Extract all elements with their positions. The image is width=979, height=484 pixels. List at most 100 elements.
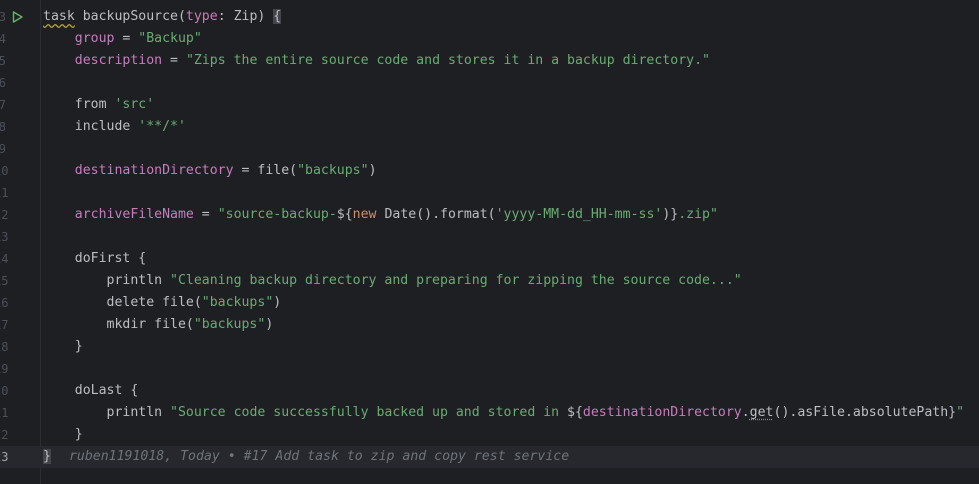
line-number: 3 xyxy=(0,10,6,24)
code-line[interactable]: 18 } xyxy=(0,336,979,358)
code-line[interactable]: 23} ruben1191018, Today • #17 Add task to… xyxy=(0,446,979,468)
code-line[interactable]: 12 archiveFileName = "source-backup-${ne… xyxy=(0,204,979,226)
code-token: . xyxy=(741,405,750,420)
code-text: task backupSource(type: Zip) { xyxy=(43,6,282,28)
code-token: "Source code successfully backed up and … xyxy=(170,405,568,420)
code-token: "backups" xyxy=(193,317,266,332)
code-token: } xyxy=(43,427,83,442)
code-token: : Zip) xyxy=(217,9,274,24)
line-number: 15 xyxy=(0,274,9,288)
line-number: 11 xyxy=(0,186,9,200)
code-token: " xyxy=(956,405,965,420)
code-token: "Zips the entire source code and stores … xyxy=(185,53,710,68)
code-token: "source-backup- xyxy=(217,207,337,222)
code-token: doFirst { xyxy=(43,251,147,266)
code-token: = xyxy=(162,53,186,68)
code-token: include xyxy=(43,119,139,134)
code-text: doFirst { xyxy=(43,248,146,270)
code-line[interactable]: 13 xyxy=(0,226,979,248)
code-text: mkdir file("backups") xyxy=(43,314,274,336)
code-line[interactable]: 21 println "Source code successfully bac… xyxy=(0,402,979,424)
code-token: = xyxy=(114,31,139,46)
code-token: 'src' xyxy=(114,97,155,112)
code-text: } ruben1191018, Today • #17 Add task to z… xyxy=(43,446,569,468)
code-text: } xyxy=(43,424,83,446)
code-text: } xyxy=(43,336,83,358)
line-number: 8 xyxy=(0,120,6,134)
line-number: 6 xyxy=(0,76,6,90)
code-token: archiveFileName xyxy=(74,207,194,222)
code-token: )} xyxy=(662,207,679,222)
line-number: 20 xyxy=(0,384,9,398)
code-text: include '**/*' xyxy=(43,116,186,138)
line-number: 9 xyxy=(0,142,6,156)
code-text: description = "Zips the entire source co… xyxy=(43,50,710,72)
line-number: 7 xyxy=(0,98,6,112)
code-line[interactable]: 4 group = "Backup" xyxy=(0,28,979,50)
code-token: destinationDirectory xyxy=(74,163,234,178)
line-number: 19 xyxy=(0,362,9,376)
code-token: ${ xyxy=(567,405,583,420)
code-token: } xyxy=(43,449,51,464)
code-line[interactable]: 7 from 'src' xyxy=(0,94,979,116)
code-token: ().asFile.absolutePath} xyxy=(773,405,957,420)
code-token: new xyxy=(352,207,377,222)
code-token: .zip" xyxy=(678,207,718,222)
code-line[interactable]: 19 xyxy=(0,358,979,380)
line-number: 21 xyxy=(0,406,9,420)
code-line[interactable]: 22 } xyxy=(0,424,979,446)
code-token: "backups" xyxy=(201,295,274,310)
code-token: "Backup" xyxy=(138,31,202,46)
code-line[interactable]: 14 doFirst { xyxy=(0,248,979,270)
line-number: 17 xyxy=(0,318,9,332)
code-token: group xyxy=(74,31,115,46)
code-line[interactable]: 17 mkdir file("backups") xyxy=(0,314,979,336)
code-token: = xyxy=(193,207,218,222)
code-token: type xyxy=(185,9,218,24)
code-line[interactable]: 10 destinationDirectory = file("backups"… xyxy=(0,160,979,182)
code-text: from 'src' xyxy=(43,94,154,116)
code-token: "backups" xyxy=(297,163,369,178)
code-line[interactable]: 15 println "Cleaning backup directory an… xyxy=(0,270,979,292)
code-token: get xyxy=(749,405,774,420)
line-number: 23 xyxy=(0,450,9,464)
code-token: from xyxy=(43,97,115,112)
code-token: delete file( xyxy=(43,295,202,310)
code-token: println xyxy=(43,273,171,288)
code-line[interactable]: 3 task backupSource(type: Zip) { xyxy=(0,6,979,28)
code-line[interactable]: 11 xyxy=(0,182,979,204)
code-token: ) xyxy=(368,163,377,178)
code-line[interactable]: 5 description = "Zips the entire source … xyxy=(0,50,979,72)
code-token: { xyxy=(273,9,282,24)
line-number: 22 xyxy=(0,428,9,442)
line-number: 4 xyxy=(0,32,6,46)
code-line[interactable]: 16 delete file("backups") xyxy=(0,292,979,314)
code-text: doLast { xyxy=(43,380,139,402)
git-blame-annotation: ruben1191018, Today • #17 Add task to zi… xyxy=(68,449,570,464)
code-token: = file( xyxy=(233,163,298,178)
line-number: 16 xyxy=(0,296,9,310)
code-token: doLast { xyxy=(43,383,139,398)
line-number: 5 xyxy=(0,54,6,68)
code-line[interactable]: 20 doLast { xyxy=(0,380,979,402)
run-gutter-icon[interactable] xyxy=(10,6,24,28)
code-text: println "Cleaning backup directory and p… xyxy=(43,270,742,292)
line-number: 13 xyxy=(0,230,9,244)
code-line[interactable]: 6 xyxy=(0,72,979,94)
code-text: delete file("backups") xyxy=(43,292,282,314)
code-text: archiveFileName = "source-backup-${new D… xyxy=(43,204,718,226)
code-token: task xyxy=(43,9,75,24)
line-number: 12 xyxy=(0,208,9,222)
code-token: } xyxy=(43,339,83,354)
code-editor[interactable]: 3 task backupSource(type: Zip) {4 group =… xyxy=(0,0,979,484)
line-number: 10 xyxy=(0,164,9,178)
code-text: println "Source code successfully backed… xyxy=(43,402,965,424)
code-line[interactable]: 9 xyxy=(0,138,979,160)
code-token: mkdir file( xyxy=(43,317,194,332)
code-token: Date().format( xyxy=(376,207,496,222)
code-line[interactable]: 8 include '**/*' xyxy=(0,116,979,138)
